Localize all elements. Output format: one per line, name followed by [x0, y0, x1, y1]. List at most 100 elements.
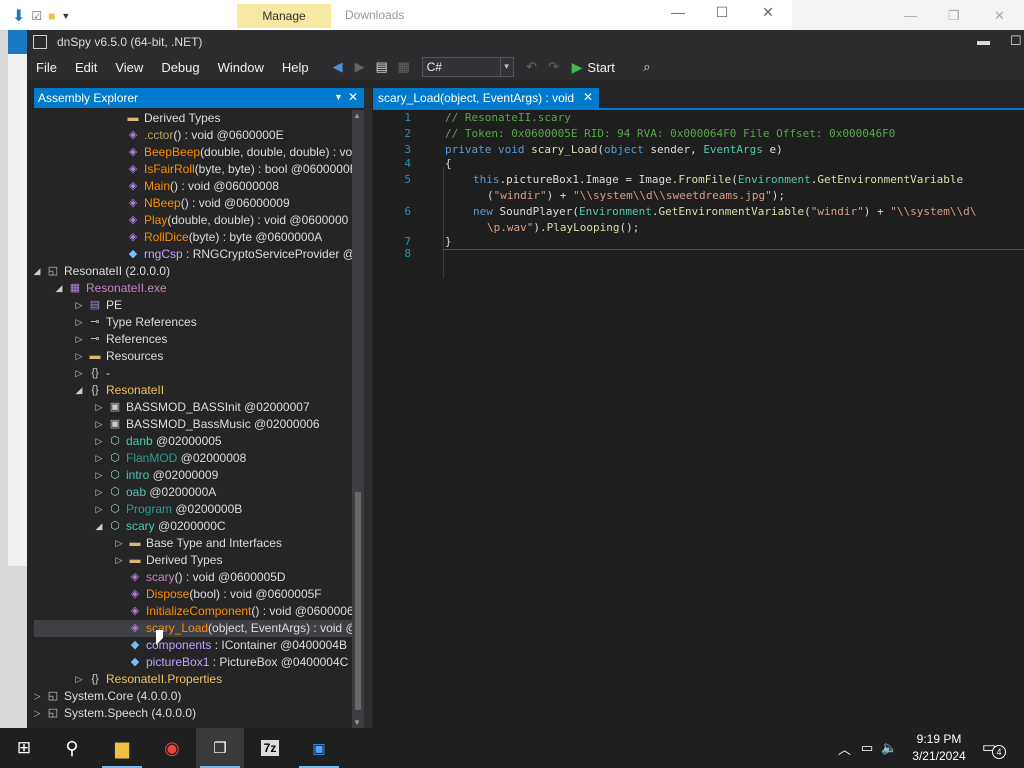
taskbar-file-explorer[interactable]: ▆ [98, 728, 146, 768]
language-select[interactable]: C# ▼ [421, 57, 514, 77]
menu-file[interactable]: File [27, 60, 66, 75]
assembly-tree[interactable]: ▬ Derived Types ◈ .cctor() : void @0600000E… [34, 110, 352, 728]
tree-item[interactable]: ◈ .cctor() : void @0600000E [34, 127, 352, 144]
method-name[interactable]: PlayLooping [547, 221, 620, 234]
start-button[interactable]: ▶ Start [572, 59, 615, 76]
type-name[interactable]: Environment [738, 173, 811, 186]
tree-item[interactable]: ▷ ⊸ Type References [34, 314, 352, 331]
method-name[interactable]: GetEnvironmentVariable [658, 205, 804, 218]
search-button[interactable]: ⚲ [48, 728, 96, 768]
expand-arrow-icon[interactable]: ▷ [74, 365, 84, 382]
tree-item[interactable]: ◈ InitializeComponent() : void @0600006 [34, 603, 352, 620]
dropdown-icon[interactable]: ▼ [61, 11, 70, 21]
tree-item[interactable]: ◈ BeepBeep(double, double, double) : vo [34, 144, 352, 161]
expand-arrow-icon[interactable]: ▷ [74, 348, 84, 365]
notification-button[interactable]: ▭ 4 [982, 738, 1006, 759]
tree-item[interactable]: ▷ ◱ System.Core (4.0.0.0) [34, 688, 352, 705]
maximize-icon[interactable]: ☐ [1010, 33, 1022, 49]
tree-item[interactable]: ▷ ⬡ intro @02000009 [34, 467, 352, 484]
expand-arrow-icon[interactable]: ▷ [94, 399, 104, 416]
tree-item[interactable]: ▷ ⬡ danb @02000005 [34, 433, 352, 450]
panel-splitter[interactable] [364, 88, 372, 728]
properties-icon[interactable]: ☑ [31, 9, 42, 23]
minimize-icon[interactable]: — [904, 8, 917, 23]
tree-item[interactable]: ◆ components : IContainer @0400004B [34, 637, 352, 654]
tree-item[interactable]: ▷ ⬡ Program @0200000B [34, 501, 352, 518]
search-icon[interactable]: ⌕ [639, 59, 655, 75]
expand-arrow-icon[interactable]: ▷ [94, 450, 104, 467]
tree-item[interactable]: ◈ Main() : void @06000008 [34, 178, 352, 195]
folder-icon[interactable]: ■ [48, 9, 55, 23]
method-name[interactable]: FromFile [678, 173, 731, 186]
start-button[interactable]: ⊞ [0, 728, 48, 768]
close-icon[interactable]: ✕ [583, 90, 593, 104]
code-editor[interactable]: 1 2 3 4 5 6 7 8 // ResonateII.scary // T… [373, 110, 1024, 728]
tree-item[interactable]: ▷ ▬ Base Type and Interfaces [34, 535, 352, 552]
expand-arrow-icon[interactable]: ▷ [94, 501, 104, 518]
undo-icon[interactable]: ↶ [524, 59, 540, 75]
type-name[interactable]: Environment [579, 205, 652, 218]
menu-window[interactable]: Window [209, 60, 273, 75]
redo-icon[interactable]: ↷ [546, 59, 562, 75]
tree-item[interactable]: ▷ ▣ BASSMOD_BassMusic @02000006 [34, 416, 352, 433]
close-icon[interactable]: ✕ [348, 90, 358, 104]
type-name[interactable]: EventArgs [703, 143, 763, 156]
expand-arrow-icon[interactable]: ▷ [94, 433, 104, 450]
collapse-arrow-icon[interactable]: ◢ [34, 263, 42, 280]
tree-item[interactable]: ▷ ⬡ FlanMOD @02000008 [34, 450, 352, 467]
tree-item[interactable]: ◈ scary() : void @0600005D [34, 569, 352, 586]
taskbar-chrome[interactable]: ◉ [148, 728, 196, 768]
tree-item[interactable]: ◈ scary_Load(object, EventArgs) : void @ [34, 620, 352, 637]
tree-item[interactable]: ▷ ▤ PE [34, 297, 352, 314]
chevron-down-icon[interactable]: ▼ [334, 92, 343, 102]
tree-item[interactable]: ▷ {} - [34, 365, 352, 382]
method-name[interactable]: GetEnvironmentVariable [817, 173, 963, 186]
expand-arrow-icon[interactable]: ▷ [94, 416, 104, 433]
expand-arrow-icon[interactable]: ▷ [74, 297, 84, 314]
expand-arrow-icon[interactable]: ▷ [74, 671, 84, 688]
method-name[interactable]: scary_Load [531, 143, 597, 156]
expand-arrow-icon[interactable]: ▷ [34, 705, 42, 722]
tree-item[interactable]: ▷ ▣ BASSMOD_BASSInit @02000007 [34, 399, 352, 416]
minimize-icon[interactable]: ▬ [977, 33, 990, 48]
manage-tab[interactable]: Manage [237, 4, 331, 28]
menu-edit[interactable]: Edit [66, 60, 106, 75]
tree-item[interactable]: ◈ RollDice(byte) : byte @0600000A [34, 229, 352, 246]
save-icon[interactable]: ▦ [396, 59, 412, 75]
expand-arrow-icon[interactable]: ▷ [94, 484, 104, 501]
tree-item[interactable]: ▷ ⊸ References [34, 331, 352, 348]
tree-item[interactable]: ◆ pictureBox1 : PictureBox @0400004C [34, 654, 352, 671]
tree-item[interactable]: ▷ ▬ Derived Types [34, 552, 352, 569]
expand-arrow-icon[interactable]: ▷ [34, 688, 42, 705]
expand-arrow-icon[interactable]: ▷ [114, 535, 124, 552]
forward-icon[interactable]: ▶ [352, 59, 368, 75]
close-icon[interactable]: ✕ [748, 4, 788, 21]
collapse-arrow-icon[interactable]: ◢ [74, 382, 84, 399]
tree-item[interactable]: ◢ ▦ ResonateII.exe [34, 280, 352, 297]
volume-muted-icon[interactable]: 🔈 [881, 740, 897, 756]
tab-scary-load[interactable]: scary_Load(object, EventArgs) : void ✕ [373, 88, 599, 108]
taskbar-dnspy[interactable]: ❐ [196, 728, 244, 768]
tree-item[interactable]: ◈ NBeep() : void @06000009 [34, 195, 352, 212]
taskbar-7zip[interactable]: 7z [246, 728, 294, 768]
tree-item[interactable]: ◢ {} ResonateII [34, 382, 352, 399]
expand-arrow-icon[interactable]: ▷ [74, 331, 84, 348]
scroll-thumb[interactable] [355, 492, 361, 710]
tree-item[interactable]: ▷ ⬡ oab @0200000A [34, 484, 352, 501]
expand-arrow-icon[interactable]: ▷ [94, 467, 104, 484]
tree-item[interactable]: ▬ Derived Types [34, 110, 352, 127]
expand-arrow-icon[interactable]: ▷ [74, 314, 84, 331]
scroll-up-icon[interactable]: ▲ [353, 111, 361, 120]
tree-item[interactable]: ◢ ⬡ scary @0200000C [34, 518, 352, 535]
tree-item[interactable]: ▷ ▬ Resources [34, 348, 352, 365]
expand-arrow-icon[interactable]: ▷ [114, 552, 124, 569]
close-icon[interactable]: ✕ [994, 8, 1005, 24]
menu-view[interactable]: View [106, 60, 152, 75]
menu-help[interactable]: Help [273, 60, 318, 75]
tree-item[interactable]: ◈ Play(double, double) : void @0600000 [34, 212, 352, 229]
tree-item[interactable]: ▷ ◱ System.Speech (4.0.0.0) [34, 705, 352, 722]
tree-item[interactable]: ◢ ◱ ResonateII (2.0.0.0) [34, 263, 352, 280]
tree-scrollbar[interactable]: ▲ ▼ [352, 110, 364, 728]
taskbar-app[interactable]: ▣ [295, 728, 343, 768]
menu-debug[interactable]: Debug [152, 60, 208, 75]
